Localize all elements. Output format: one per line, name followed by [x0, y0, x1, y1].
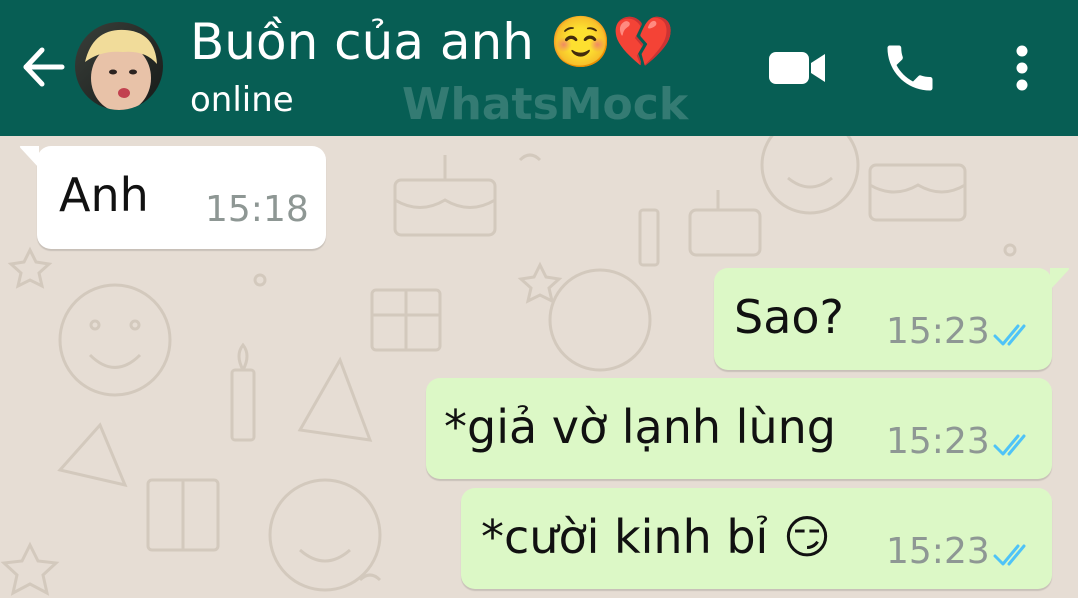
phone-icon [887, 45, 933, 91]
message-text: Sao? [734, 290, 844, 344]
incoming-message[interactable]: Anh 15:18 [19, 146, 326, 249]
cake-doodle [688, 190, 762, 257]
message-time: 15:23 [886, 531, 990, 572]
gift-doodle [146, 478, 220, 552]
face-doodle [548, 268, 652, 372]
video-call-button[interactable] [767, 38, 827, 98]
back-button[interactable] [18, 42, 68, 92]
double-check-icon [993, 434, 1026, 456]
avatar-image [75, 22, 163, 110]
face-doodle [58, 283, 172, 397]
more-options-button[interactable] [1000, 38, 1044, 98]
chat-header: Buồn của anh ☺️💔 online WhatsMock [0, 0, 1078, 136]
voice-call-button[interactable] [880, 38, 940, 98]
message-text: *giả vờ lạnh lùng [444, 400, 836, 454]
outgoing-message[interactable]: *giả vờ lạnh lùng 15:23 [426, 378, 1052, 479]
message-text: Anh [59, 168, 149, 222]
cake-doodle [868, 163, 967, 222]
party-hat-doodle [57, 356, 373, 488]
chat-screen: Buồn của anh ☺️💔 online WhatsMock Anh 15… [0, 0, 1078, 598]
outgoing-message[interactable]: Sao? 15:23 [714, 268, 1070, 370]
message-time: 15:18 [205, 189, 309, 230]
outgoing-message[interactable]: *cười kinh bỉ 😏 15:23 [461, 488, 1052, 589]
cake-doodle [393, 155, 497, 237]
message-time: 15:23 [886, 311, 990, 352]
arrow-left-icon [23, 47, 65, 87]
double-check-icon [993, 324, 1026, 346]
watermark-text: WhatsMock [402, 79, 689, 130]
face-doodle [268, 478, 382, 592]
bubble-tail [19, 146, 39, 168]
contact-status: online [190, 80, 294, 120]
contact-name[interactable]: Buồn của anh ☺️💔 [190, 10, 674, 74]
contact-avatar[interactable] [75, 22, 163, 110]
message-time: 15:23 [886, 421, 990, 462]
more-vertical-icon [1016, 45, 1028, 91]
bubble-tail [1050, 268, 1070, 290]
gift-doodle [370, 288, 442, 352]
double-check-icon [993, 544, 1026, 566]
message-text: *cười kinh bỉ 😏 [481, 510, 831, 564]
video-camera-icon [769, 52, 825, 84]
